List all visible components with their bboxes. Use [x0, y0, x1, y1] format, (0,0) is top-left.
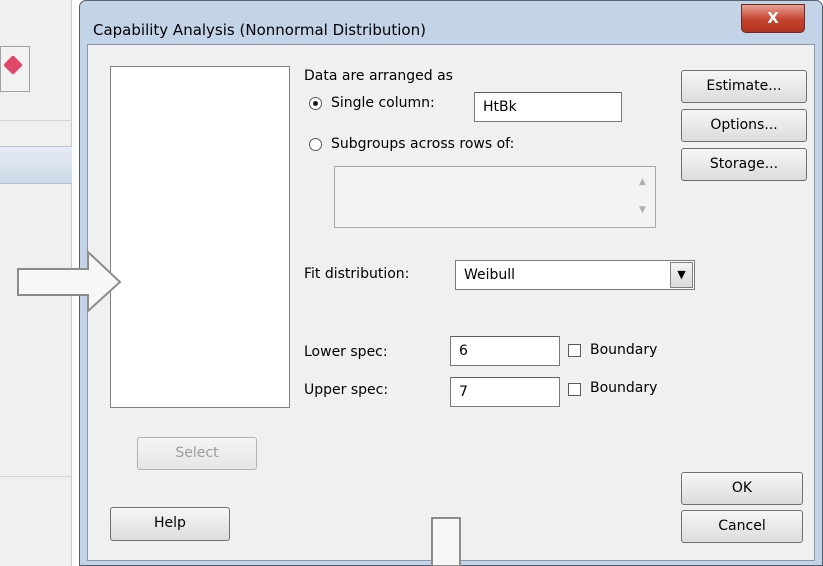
down-arrow-icon: [431, 517, 461, 566]
scroll-up-icon[interactable]: ▲: [639, 177, 646, 187]
lower-boundary-checkbox[interactable]: [568, 344, 581, 357]
single-column-label: Single column:: [331, 95, 435, 111]
dialog-title: Capability Analysis (Nonnormal Distribut…: [93, 21, 426, 39]
right-arrow-icon: [17, 249, 122, 314]
fit-distribution-value: Weibull: [464, 267, 516, 283]
background-selected-row: [0, 146, 72, 184]
subgroups-label: Subgroups across rows of:: [331, 136, 515, 152]
fit-distribution-select[interactable]: Weibull: [455, 260, 695, 290]
subgroups-scrollbar[interactable]: ▲ ▼: [634, 167, 655, 227]
storage-button[interactable]: Storage...: [681, 148, 807, 181]
single-column-radio[interactable]: [309, 97, 322, 110]
lower-spec-label: Lower spec:: [304, 344, 388, 360]
ok-button[interactable]: OK: [681, 472, 803, 505]
lower-boundary-label: Boundary: [590, 342, 658, 358]
background-divider: [0, 120, 72, 121]
fit-distribution-label: Fit distribution:: [304, 266, 410, 282]
upper-boundary-label: Boundary: [590, 380, 658, 396]
select-button[interactable]: Select: [137, 437, 257, 470]
background-divider: [0, 476, 72, 477]
radio-selected-dot: [313, 101, 318, 106]
chevron-down-icon[interactable]: ▼: [670, 262, 693, 288]
upper-spec-input[interactable]: 7: [450, 377, 560, 407]
lower-spec-input[interactable]: 6: [450, 336, 560, 366]
upper-spec-label: Upper spec:: [304, 382, 389, 398]
estimate-button[interactable]: Estimate...: [681, 70, 807, 103]
options-button[interactable]: Options...: [681, 109, 807, 142]
single-column-input[interactable]: HtBk: [474, 92, 622, 122]
upper-boundary-checkbox[interactable]: [568, 383, 581, 396]
close-button[interactable]: X: [741, 4, 805, 33]
cancel-button[interactable]: Cancel: [681, 510, 803, 543]
scroll-down-icon[interactable]: ▼: [639, 205, 646, 215]
subgroups-radio[interactable]: [309, 138, 322, 151]
help-button[interactable]: Help: [110, 507, 230, 541]
data-arranged-heading: Data are arranged as: [304, 68, 453, 84]
subgroups-input[interactable]: [334, 166, 656, 228]
variables-list[interactable]: [110, 66, 290, 408]
